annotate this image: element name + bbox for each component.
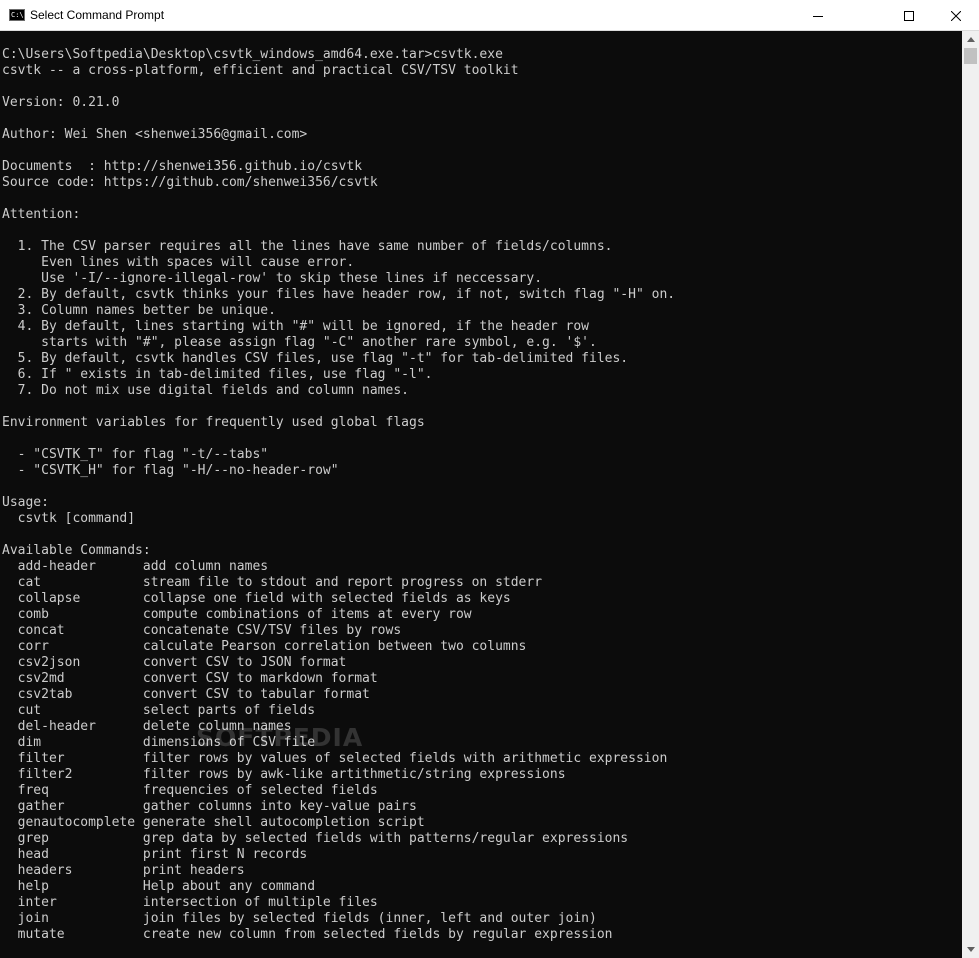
console-line: grep grep data by selected fields with p… bbox=[2, 831, 629, 846]
console-line: 7. Do not mix use digital fields and col… bbox=[2, 383, 409, 398]
vertical-scrollbar[interactable] bbox=[962, 31, 979, 958]
softpedia-watermark: SOFTPEDIA bbox=[196, 723, 364, 752]
console-line: 4. By default, lines starting with "#" w… bbox=[2, 319, 589, 334]
console-line: Environment variables for frequently use… bbox=[2, 415, 425, 430]
console-line: Usage: bbox=[2, 495, 49, 510]
console-line: cat stream file to stdout and report pro… bbox=[2, 575, 543, 590]
console-line: mutate create new column from selected f… bbox=[2, 927, 613, 942]
console-line: Use '-I/--ignore-illegal-row' to skip th… bbox=[2, 271, 543, 286]
maximize-icon bbox=[904, 10, 914, 21]
chevron-up-icon bbox=[966, 37, 975, 42]
cmd-icon: C:\ bbox=[9, 9, 25, 21]
console-line: starts with "#", please assign flag "-C"… bbox=[2, 335, 597, 350]
console-line: - "CSVTK_T" for flag "-t/--tabs" bbox=[2, 447, 269, 462]
title-bar[interactable]: C:\ Select Command Prompt bbox=[0, 0, 979, 31]
console-line: corr calculate Pearson correlation betwe… bbox=[2, 639, 527, 654]
console-line: Available Commands: bbox=[2, 543, 151, 558]
minimize-button[interactable] bbox=[795, 0, 841, 31]
console-line: headers print headers bbox=[2, 863, 245, 878]
maximize-button[interactable] bbox=[886, 0, 932, 31]
close-icon bbox=[951, 10, 961, 21]
console-line: csv2md convert CSV to markdown format bbox=[2, 671, 378, 686]
close-button[interactable] bbox=[933, 0, 979, 31]
console-line: Documents : http://shenwei356.github.io/… bbox=[2, 159, 363, 174]
console-line: freq frequencies of selected fields bbox=[2, 783, 378, 798]
window-title: Select Command Prompt bbox=[30, 8, 165, 22]
console-line: csvtk [command] bbox=[2, 511, 136, 526]
console-line: 2. By default, csvtk thinks your files h… bbox=[2, 287, 676, 302]
console-line: Even lines with spaces will cause error. bbox=[2, 255, 355, 270]
console-line: C:\Users\Softpedia\Desktop\csvtk_windows… bbox=[2, 47, 503, 62]
console-line: 3. Column names better be unique. bbox=[2, 303, 276, 318]
console-line: csv2tab convert CSV to tabular format bbox=[2, 687, 370, 702]
console-line: Attention: bbox=[2, 207, 81, 222]
scroll-down-button[interactable] bbox=[962, 941, 979, 958]
console-line: Author: Wei Shen <shenwei356@gmail.com> bbox=[2, 127, 308, 142]
console-line: help Help about any command bbox=[2, 879, 316, 894]
console-line: gather gather columns into key-value pai… bbox=[2, 799, 417, 814]
console-line: comb compute combinations of items at ev… bbox=[2, 607, 472, 622]
console-line: join join files by selected fields (inne… bbox=[2, 911, 597, 926]
console-line: cut select parts of fields bbox=[2, 703, 316, 718]
scroll-up-button[interactable] bbox=[962, 31, 979, 48]
console-text: C:\Users\Softpedia\Desktop\csvtk_windows… bbox=[2, 47, 675, 943]
console-line: Source code: https://github.com/shenwei3… bbox=[2, 175, 378, 190]
chevron-down-icon bbox=[966, 947, 975, 952]
console-line: 1. The CSV parser requires all the lines… bbox=[2, 239, 613, 254]
console-output[interactable]: C:\Users\Softpedia\Desktop\csvtk_windows… bbox=[0, 31, 962, 958]
console-line: head print first N records bbox=[2, 847, 308, 862]
minimize-icon bbox=[813, 15, 823, 17]
console-line: genautocomplete generate shell autocompl… bbox=[2, 815, 425, 830]
console-line: Version: 0.21.0 bbox=[2, 95, 120, 110]
console-line: - "CSVTK_H" for flag "-H/--no-header-row… bbox=[2, 463, 339, 478]
console-line: collapse collapse one field with selecte… bbox=[2, 591, 511, 606]
console-line: filter filter rows by values of selected… bbox=[2, 751, 668, 766]
console-line: 5. By default, csvtk handles CSV files, … bbox=[2, 351, 629, 366]
console-line: 6. If " exists in tab-delimited files, u… bbox=[2, 367, 433, 382]
console-line: csvtk -- a cross-platform, efficient and… bbox=[2, 63, 519, 78]
console-line: filter2 filter rows by awk-like artithme… bbox=[2, 767, 566, 782]
console-line: inter intersection of multiple files bbox=[2, 895, 378, 910]
scroll-thumb[interactable] bbox=[964, 48, 977, 64]
console-line: add-header add column names bbox=[2, 559, 269, 574]
console-line: concat concatenate CSV/TSV files by rows bbox=[2, 623, 402, 638]
console-line: csv2json convert CSV to JSON format bbox=[2, 655, 347, 670]
